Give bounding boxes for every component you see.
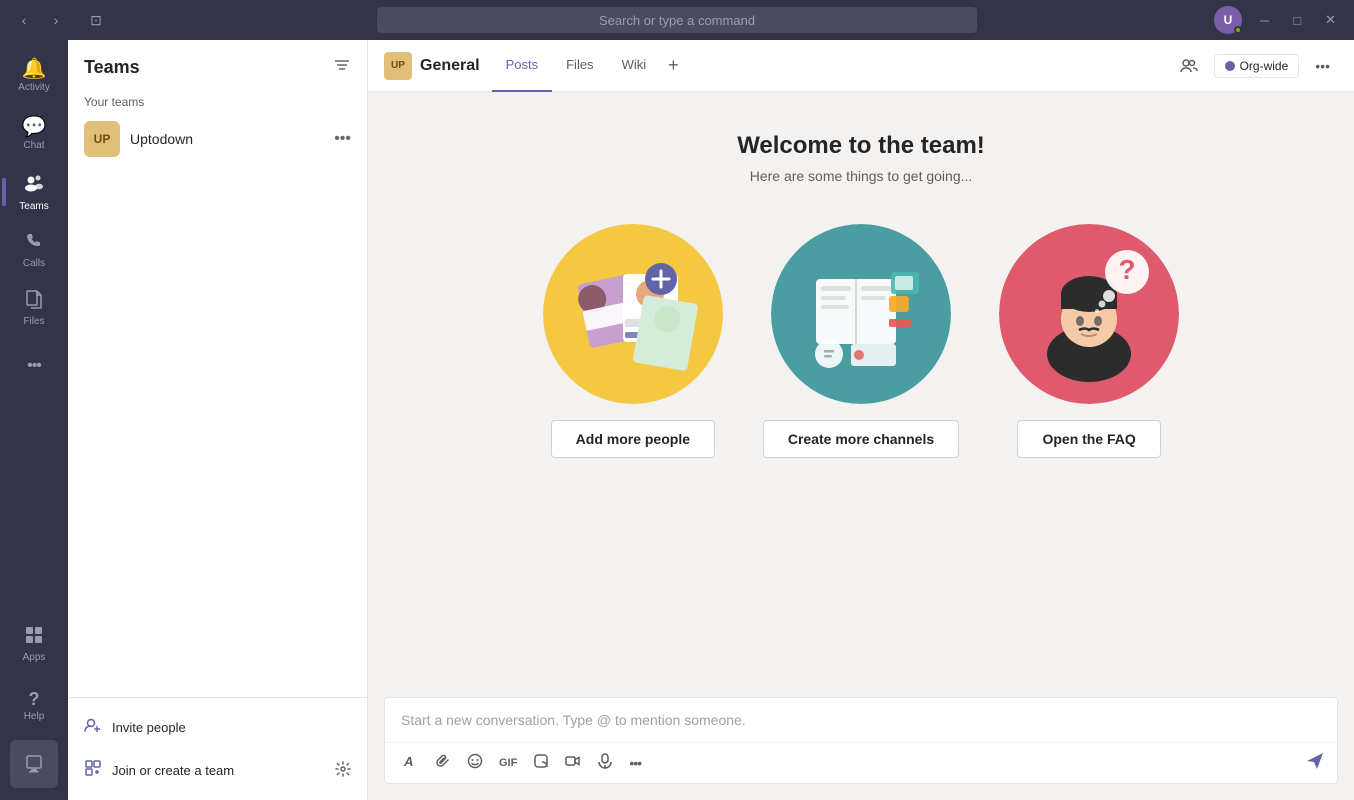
sidebar-item-label: Calls [23,258,45,269]
team-item[interactable]: UP Uptodown ••• [68,113,367,165]
tab-posts[interactable]: Posts [492,40,553,92]
teams-panel: Teams Your teams UP Uptodown ••• [68,40,368,800]
create-channels-button[interactable]: Create more channels [763,420,959,458]
emoji-button[interactable] [461,749,489,777]
channel-name: General [420,57,480,75]
team-avatar: UP [84,121,120,157]
open-faq-card: ? Open the FAQ [999,224,1179,458]
more-tools-button[interactable]: ••• [623,751,647,775]
open-faq-button[interactable]: Open the FAQ [1017,420,1160,458]
filter-button[interactable] [333,56,351,79]
sidebar-item-label: Activity [18,82,50,93]
channel-tabs: Posts Files Wiki + [492,40,1164,92]
popout-icon[interactable]: ⊡ [84,8,108,32]
minimize-button[interactable]: ─ [1254,13,1275,28]
main-content: UP General Posts Files Wiki + Org-wide •… [368,40,1354,800]
create-channels-card: Create more channels [763,224,959,458]
audio-button[interactable] [591,749,619,777]
sidebar-item-more[interactable]: ••• [6,338,62,394]
sidebar-item-chat[interactable]: 💬 Chat [6,106,62,162]
activity-icon: 🔔 [22,59,47,79]
search-bar[interactable] [377,7,977,33]
sidebar-bottom: Apps ? Help [6,616,62,800]
sidebar-item-files[interactable]: Files [6,280,62,336]
chat-input-box[interactable]: Start a new conversation. Type @ to ment… [385,698,1337,742]
calls-icon [24,231,44,255]
attach-button[interactable] [429,749,457,777]
invite-people-action[interactable]: Invite people [68,706,367,749]
chat-input-area: Start a new conversation. Type @ to ment… [384,697,1338,784]
members-button[interactable] [1172,53,1206,79]
chat-placeholder: Start a new conversation. Type @ to ment… [401,712,746,728]
sidebar-item-label: Help [24,711,45,722]
org-wide-button[interactable]: Org-wide [1214,54,1300,78]
join-create-action[interactable]: Join or create a team [68,749,367,792]
sidebar-item-calls[interactable]: Calls [6,222,62,278]
sidebar-item-label: Apps [23,652,46,663]
sidebar-item-label: Teams [19,201,48,212]
sticker-button[interactable] [527,749,555,777]
teams-icon [23,172,45,198]
close-button[interactable]: ✕ [1319,12,1342,28]
status-indicator [1234,26,1242,34]
sidebar-item-activity[interactable]: 🔔 Activity [6,48,62,104]
video-button[interactable] [559,749,587,777]
help-icon: ? [29,690,40,708]
join-icon [84,759,102,782]
channel-badge: UP [384,52,412,80]
device-button[interactable] [10,740,58,788]
add-tab-button[interactable]: + [660,40,687,92]
back-button[interactable]: ‹ [12,8,36,32]
invite-icon [84,716,102,739]
welcome-subtitle: Here are some things to get going... [750,168,973,184]
svg-text:A: A [403,754,413,769]
sidebar-item-label: Files [23,316,44,327]
maximize-button[interactable]: □ [1287,13,1307,28]
join-label: Join or create a team [112,763,234,778]
welcome-area: Welcome to the team! Here are some thing… [368,92,1354,697]
title-bar-right: U ─ □ ✕ [1214,6,1342,34]
your-teams-label: Your teams [68,87,367,113]
gif-button[interactable]: GIF [493,753,523,773]
open-faq-illustration: ? [999,224,1179,404]
forward-button[interactable]: › [44,8,68,32]
teams-panel-title: Teams [84,57,140,78]
nav-buttons: ‹ › [12,8,68,32]
chat-toolbar: A GIF [385,742,1337,783]
tab-wiki[interactable]: Wiki [608,40,661,92]
create-channels-illustration [771,224,951,404]
channel-more-button[interactable]: ••• [1307,54,1338,78]
format-button[interactable]: A [397,749,425,777]
teams-panel-bottom: Invite people Join or create a team [68,697,367,800]
teams-panel-header: Teams [68,40,367,87]
svg-text:?: ? [1119,254,1136,285]
channel-header: UP General Posts Files Wiki + Org-wide •… [368,40,1354,92]
more-icon: ••• [27,358,41,374]
sidebar: 🔔 Activity 💬 Chat Teams Calls [0,40,68,800]
files-icon [24,289,44,313]
search-input[interactable] [389,13,965,28]
settings-icon[interactable] [335,761,351,780]
team-name: Uptodown [130,131,334,147]
sidebar-item-help[interactable]: ? Help [6,678,62,734]
org-wide-label: Org-wide [1240,59,1289,73]
add-people-illustration [543,224,723,404]
title-bar: ‹ › ⊡ U ─ □ ✕ [0,0,1354,40]
add-people-card: Add more people [543,224,723,458]
apps-icon [24,625,44,649]
send-button[interactable] [1305,751,1325,776]
avatar[interactable]: U [1214,6,1242,34]
add-people-button[interactable]: Add more people [551,420,715,458]
channel-header-right: Org-wide ••• [1172,53,1338,79]
team-more-button[interactable]: ••• [334,130,351,148]
chat-icon: 💬 [22,117,47,137]
sidebar-item-label: Chat [23,140,44,151]
invite-label: Invite people [112,720,186,735]
welcome-title: Welcome to the team! [737,132,985,160]
tab-files[interactable]: Files [552,40,607,92]
sidebar-item-teams[interactable]: Teams [6,164,62,220]
cards-row: Add more people [543,224,1179,458]
sidebar-item-apps[interactable]: Apps [6,616,62,672]
